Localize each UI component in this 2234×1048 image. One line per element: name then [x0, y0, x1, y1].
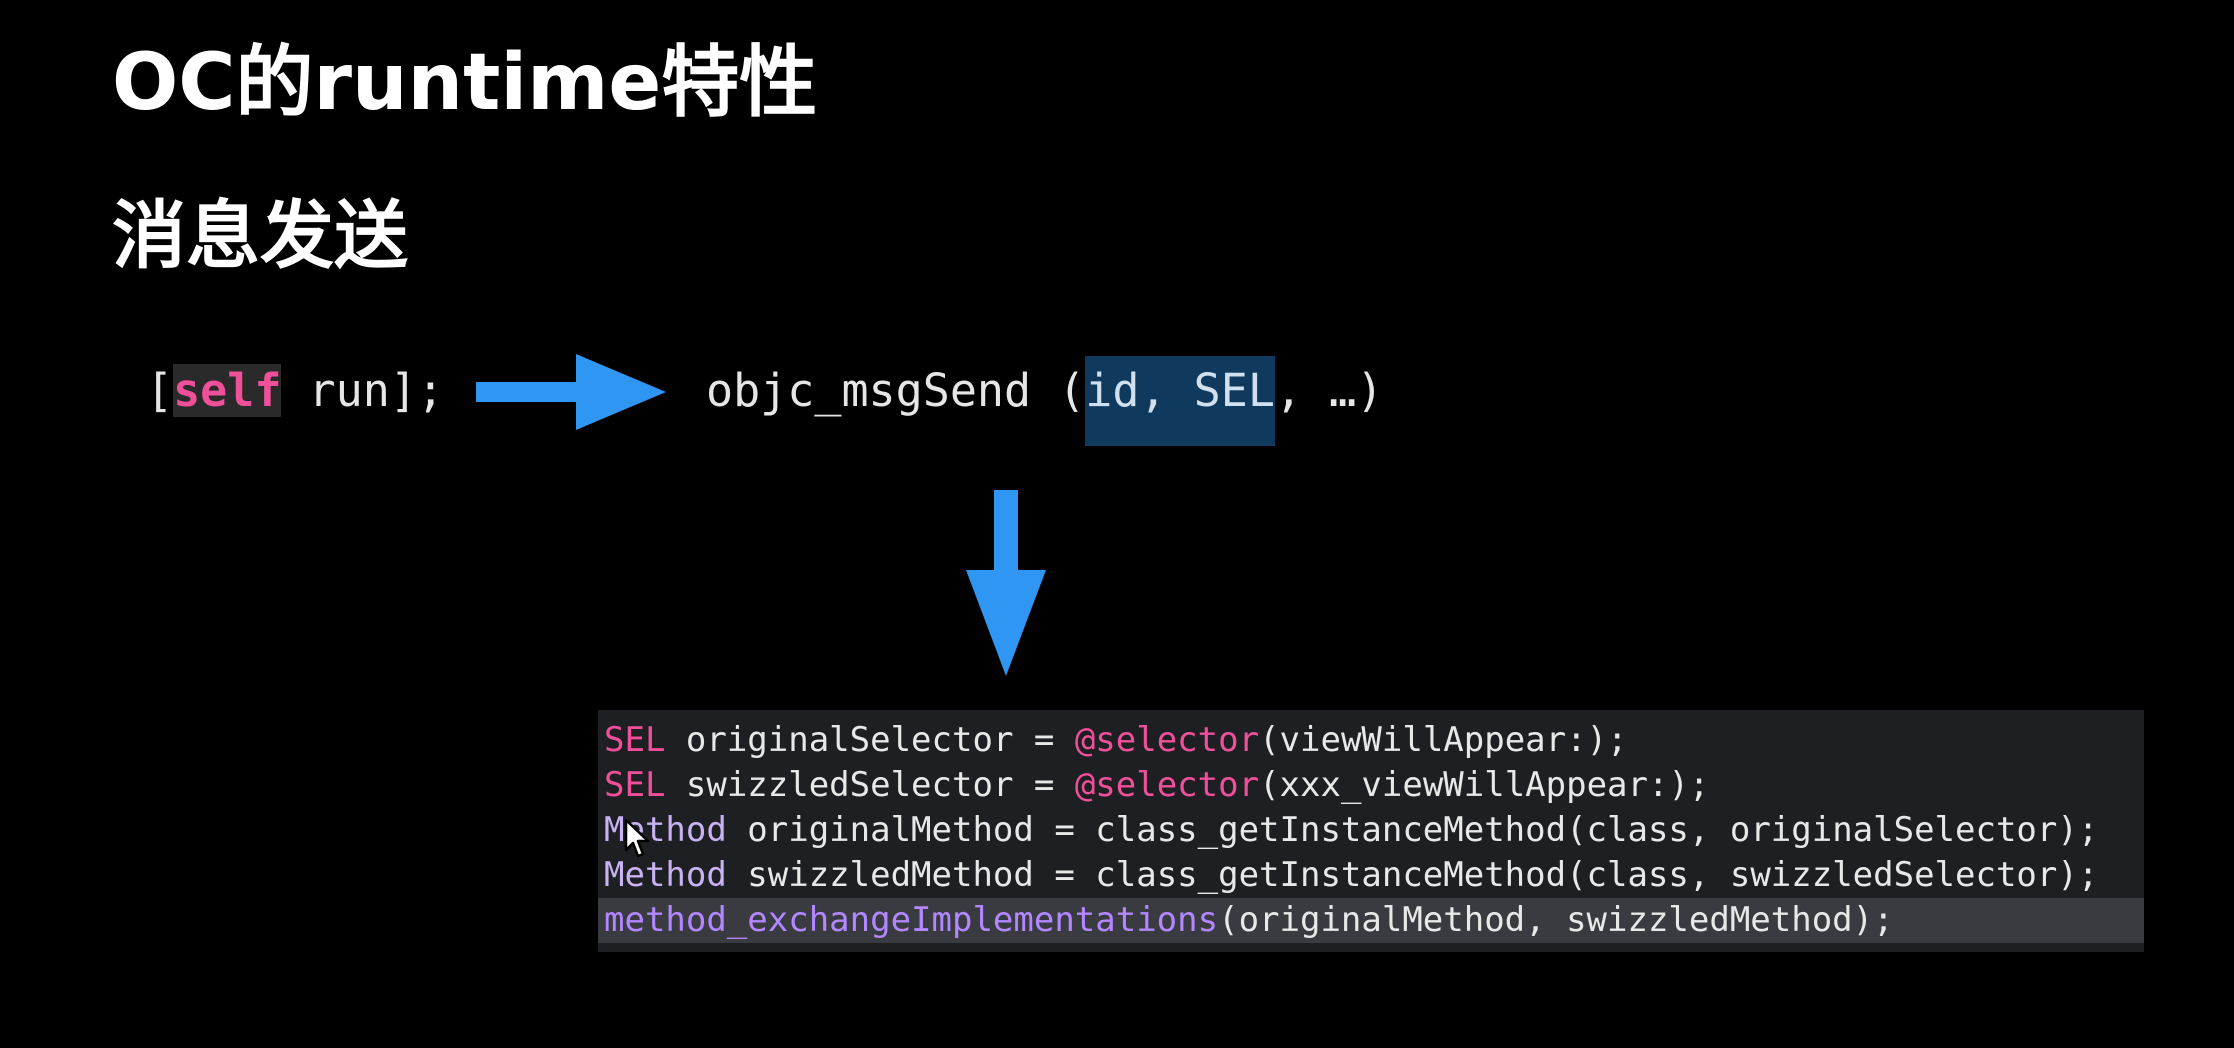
- msgsend-open-paren: (: [1058, 364, 1086, 417]
- code-rest-text: originalMethod = class_getInstanceMethod…: [726, 810, 2099, 850]
- msgsend-function-name: objc_msgSend: [706, 364, 1032, 417]
- mouse-pointer-icon: [624, 818, 650, 858]
- code-rest-text: (originalMethod, swizzledMethod);: [1218, 900, 1894, 940]
- slide: OC的runtime特性 消息发送 [self run]; objc_msgSe…: [0, 0, 2234, 1048]
- arrow-down-icon: [966, 490, 1046, 676]
- code-line-swizzled-selector: SEL swizzledSelector = @selector(xxx_vie…: [598, 763, 2144, 808]
- code-class-name: Method: [604, 855, 727, 895]
- code-line-exchange-implementations: method_exchangeImplementations(originalM…: [598, 898, 2144, 943]
- message-call-expression: [self run];: [146, 356, 444, 426]
- code-type-keyword: SEL: [604, 765, 666, 805]
- code-type-keyword: SEL: [604, 720, 666, 760]
- message-call-rest: run];: [281, 364, 445, 417]
- objc-msgsend-signature: objc_msgSend (id, SEL, …): [706, 356, 1384, 446]
- code-rest-text: (xxx_viewWillAppear:);: [1259, 765, 1710, 805]
- arrow-right-icon: [476, 354, 666, 430]
- code-function-name: method_exchangeImplementations: [604, 900, 1219, 940]
- code-line-original-selector: SEL originalSelector = @selector(viewWil…: [598, 718, 2144, 763]
- code-selector-directive: @selector: [1074, 765, 1260, 805]
- code-line-swizzled-method: Method swizzledMethod = class_getInstanc…: [598, 853, 2144, 898]
- code-rest-text: (viewWillAppear:);: [1259, 720, 1628, 760]
- code-variable-text: swizzledSelector =: [665, 765, 1075, 805]
- code-rest-text: swizzledMethod = class_getInstanceMethod…: [726, 855, 2099, 895]
- code-class-name: Method: [604, 810, 727, 850]
- message-call-open-bracket: [: [146, 364, 174, 417]
- code-variable-text: originalSelector =: [665, 720, 1075, 760]
- code-line-original-method: Method originalMethod = class_getInstanc…: [598, 808, 2144, 853]
- slide-title: OC的runtime特性: [112, 38, 818, 128]
- slide-subtitle: 消息发送: [112, 193, 408, 279]
- msgsend-rest: , …): [1274, 364, 1384, 417]
- code-selector-directive: @selector: [1074, 720, 1260, 760]
- self-keyword: self: [173, 364, 282, 417]
- msgsend-highlighted-args: id, SEL: [1085, 356, 1275, 446]
- code-editor-block: SEL originalSelector = @selector(viewWil…: [598, 710, 2144, 952]
